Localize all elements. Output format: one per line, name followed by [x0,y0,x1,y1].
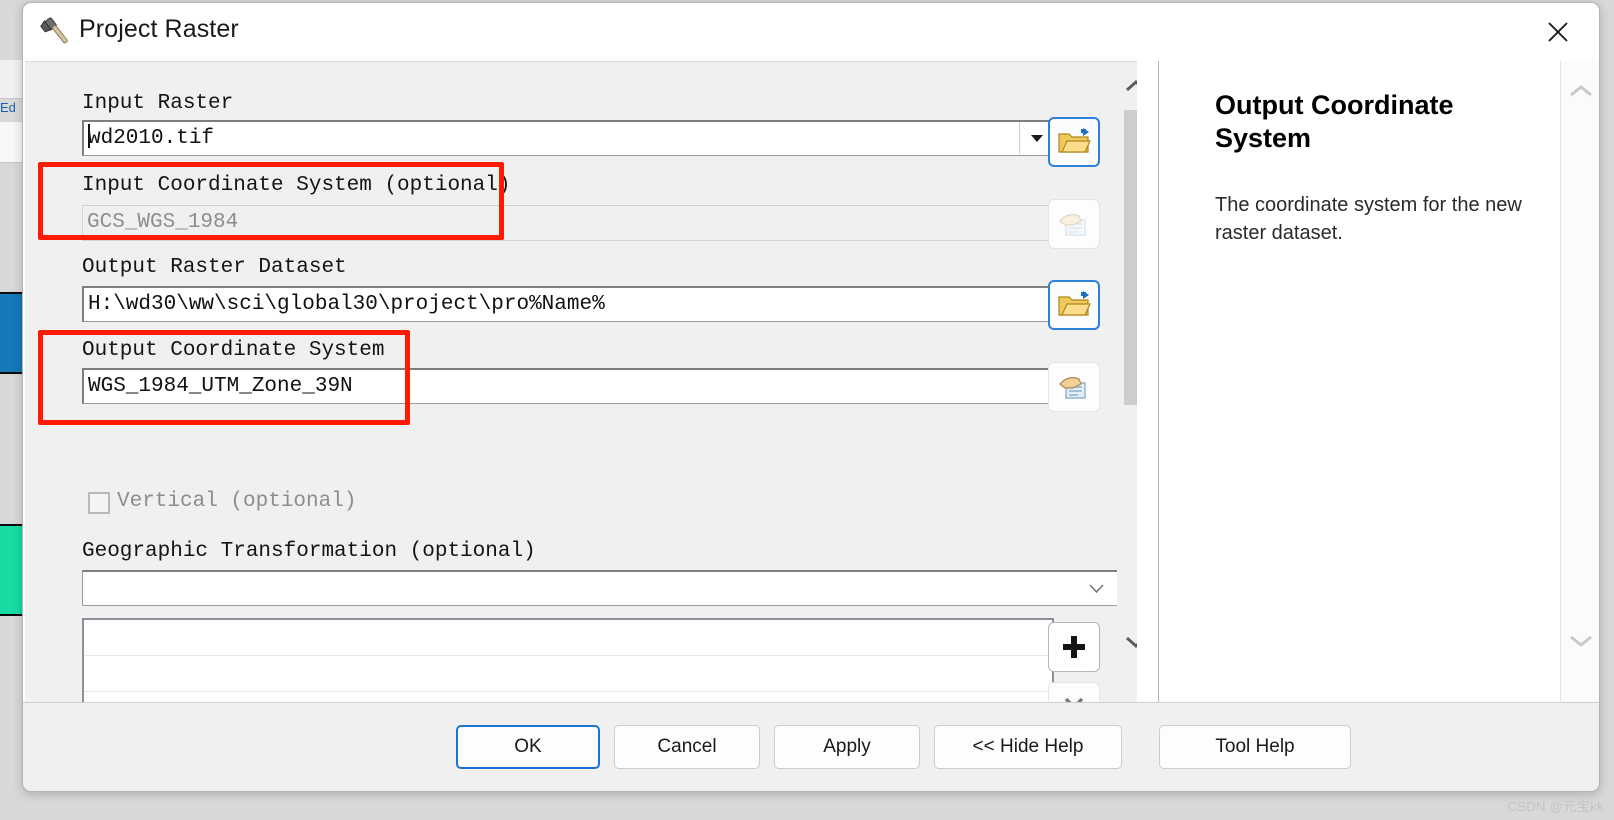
input-coordinate-system-value: GCS_WGS_1984 [87,211,239,234]
input-coordinate-system-label: Input Coordinate System (optional) [82,174,511,197]
background-blue-shape [0,292,22,374]
background-toolbar-strip-2 [0,122,24,163]
scrollbar-thumb[interactable] [1124,110,1137,405]
scroll-down-chevron-down-icon[interactable] [1117,622,1137,662]
help-body: The coordinate system for the new raster… [1215,193,1522,244]
hide-help-button[interactable]: << Hide Help [934,725,1122,769]
help-content: Output Coordinate System The coordinate … [1159,61,1561,703]
output-raster-dataset-label: Output Raster Dataset [82,256,347,279]
parameters-pane: Input Raster wd2010.tif Input Coordinate… [25,61,1137,704]
input-raster-open-folder-icon[interactable] [1048,117,1100,167]
ok-button[interactable]: OK [456,725,600,769]
dialog-content: Input Raster wd2010.tif Input Coordinate… [23,61,1599,704]
geographic-transformation-list[interactable] [82,618,1054,704]
parameters-scrollbar[interactable] [1117,62,1137,704]
watermark: CSDN @元宝kk [1507,799,1604,814]
list-item[interactable] [84,620,1052,656]
close-icon[interactable] [1527,7,1589,57]
apply-button[interactable]: Apply [774,725,920,769]
geographic-transformation-label: Geographic Transformation (optional) [82,540,536,563]
output-raster-open-folder-icon[interactable] [1048,280,1100,330]
input-raster-value: wd2010.tif [88,127,215,150]
remove-transformation-cross-icon[interactable] [1048,682,1100,704]
page-title: Project Raster [79,15,239,43]
output-raster-dataset-input[interactable]: H:\wd30\ww\sci\global30\project\pro%Name… [82,286,1054,322]
input-raster-label: Input Raster [82,92,234,115]
output-coordinate-system-label: Output Coordinate System [82,339,385,362]
vertical-checkbox[interactable] [88,492,110,514]
chevron-down-icon [1088,581,1105,599]
background-text-fragment: Ed [0,100,16,115]
input-coordinate-system-input[interactable]: GCS_WGS_1984 [82,205,1054,241]
help-scroll-down-chevron-down-icon[interactable] [1561,621,1599,661]
tool-help-button[interactable]: Tool Help [1159,725,1351,769]
help-title: Output Coordinate System [1215,90,1454,153]
output-coordinate-system-value: WGS_1984_UTM_Zone_39N [88,375,353,398]
help-pane: Output Coordinate System The coordinate … [1158,61,1599,703]
add-transformation-plus-icon[interactable] [1048,622,1100,672]
dialog-footer: OK Cancel Apply << Hide Help Tool Help [23,702,1599,791]
vertical-label: Vertical (optional) [117,490,357,513]
input-raster-input[interactable]: wd2010.tif [82,120,1054,156]
input-select-coordinate-system-icon[interactable] [1048,199,1100,249]
help-scroll-up-chevron-up-icon[interactable] [1561,71,1599,111]
dialog-titlebar: Project Raster [23,3,1599,61]
scroll-up-chevron-up-icon[interactable] [1117,66,1137,106]
help-scrollbar[interactable] [1560,61,1599,703]
geographic-transformation-combobox[interactable] [82,570,1118,606]
background-toolbar-strip-1 [0,60,24,99]
project-raster-dialog: Project Raster Input Raster wd2010.tif I… [22,2,1600,792]
output-coordinate-system-input[interactable]: WGS_1984_UTM_Zone_39N [82,368,1054,404]
cancel-button[interactable]: Cancel [614,725,760,769]
list-item[interactable] [84,656,1052,692]
background-green-shape [0,524,22,616]
hammer-tool-icon [38,13,74,49]
output-select-coordinate-system-icon[interactable] [1048,362,1100,412]
output-raster-dataset-value: H:\wd30\ww\sci\global30\project\pro%Name… [88,293,605,316]
